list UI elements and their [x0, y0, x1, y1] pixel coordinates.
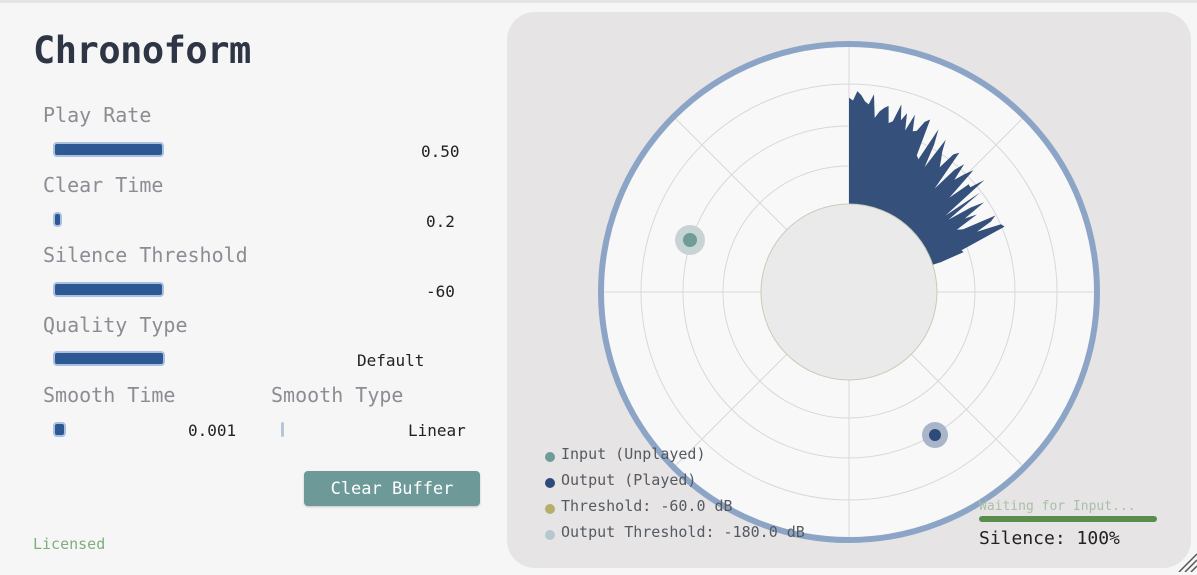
smooth-time-slider[interactable]: [53, 422, 66, 437]
input-position-marker[interactable]: [683, 233, 697, 247]
smooth-type-label: Smooth Type: [271, 383, 404, 407]
play-rate-slider[interactable]: [53, 142, 164, 157]
input-status: Waiting for Input...: [979, 499, 1136, 514]
quality-type-value[interactable]: Default: [357, 351, 424, 370]
legend-label: Output Threshold: -180.0 dB: [561, 523, 805, 541]
clear-time-value[interactable]: 0.2: [426, 212, 455, 231]
silence-threshold-slider[interactable]: [53, 282, 164, 297]
clear-buffer-button[interactable]: Clear Buffer: [304, 471, 480, 506]
smooth-type-slider[interactable]: [281, 422, 284, 437]
legend-label: Output (Played): [561, 471, 697, 489]
silence-threshold-label: Silence Threshold: [43, 243, 248, 267]
legend-dot-icon: [545, 452, 555, 462]
legend-label: Threshold: -60.0 dB: [561, 497, 733, 515]
smooth-time-value[interactable]: 0.001: [188, 421, 236, 440]
clear-time-label: Clear Time: [43, 173, 164, 197]
clear-time-slider[interactable]: [53, 212, 62, 227]
legend-dot-icon: [545, 504, 555, 514]
center-hub: [760, 203, 938, 381]
legend-label: Input (Unplayed): [561, 445, 706, 463]
controls-panel: Chronoform Play Rate 0.50 Clear Time 0.2…: [0, 3, 500, 575]
legend-dot-icon: [545, 530, 555, 540]
play-rate-value[interactable]: 0.50: [421, 142, 460, 161]
app-title: Chronoform: [33, 29, 251, 72]
smooth-type-value[interactable]: Linear: [408, 421, 466, 440]
quality-type-slider[interactable]: [53, 351, 165, 366]
visualizer-panel: Input (Unplayed) Output (Played) Thresho…: [507, 12, 1191, 568]
silence-threshold-value[interactable]: -60: [426, 282, 455, 301]
quality-type-label: Quality Type: [43, 313, 188, 337]
silence-readout: Silence: 100%: [979, 528, 1120, 549]
play-rate-label: Play Rate: [43, 103, 152, 127]
smooth-time-label: Smooth Time: [43, 383, 176, 407]
output-position-marker[interactable]: [929, 429, 941, 441]
silence-meter: [979, 516, 1157, 522]
legend-dot-icon: [545, 478, 555, 488]
resize-grip-icon[interactable]: [1169, 544, 1197, 572]
license-status: Licensed: [33, 535, 106, 553]
